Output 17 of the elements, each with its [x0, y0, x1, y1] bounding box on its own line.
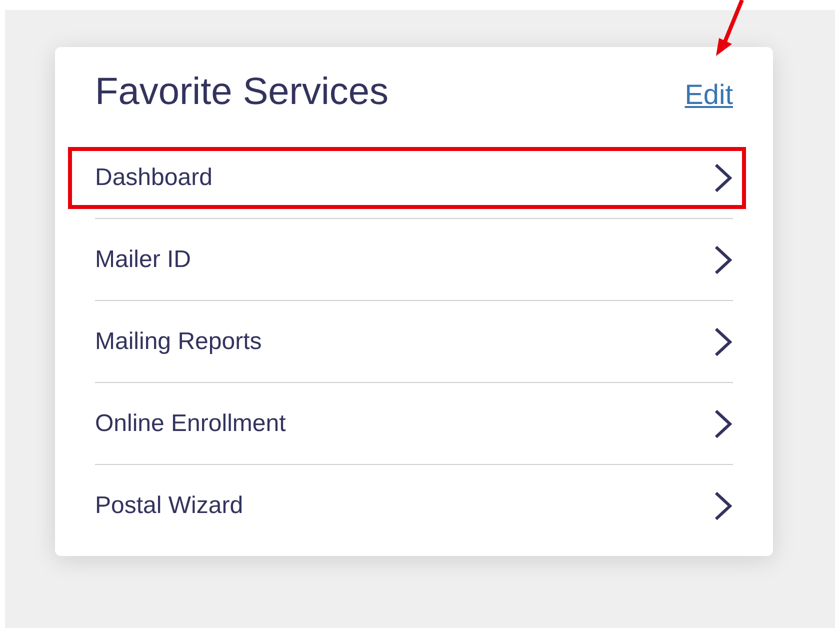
service-label: Mailer ID [95, 246, 192, 274]
card-title: Favorite Services [95, 70, 389, 114]
service-label: Dashboard [95, 164, 212, 192]
chevron-right-icon [713, 162, 733, 192]
chevron-right-icon [713, 326, 733, 356]
service-item[interactable]: Postal Wizard [95, 465, 733, 546]
service-label: Postal Wizard [95, 492, 244, 520]
service-label: Mailing Reports [95, 328, 262, 356]
chevron-right-icon [713, 244, 733, 274]
chevron-right-icon [713, 408, 733, 438]
edit-link[interactable]: Edit [684, 79, 733, 111]
service-label: Online Enrollment [95, 410, 286, 438]
service-item[interactable]: Mailing Reports [95, 301, 733, 383]
service-item[interactable]: Mailer ID [95, 219, 733, 301]
chevron-right-icon [713, 490, 733, 520]
service-item[interactable]: Online Enrollment [95, 383, 733, 465]
service-item[interactable]: Dashboard [95, 137, 733, 219]
